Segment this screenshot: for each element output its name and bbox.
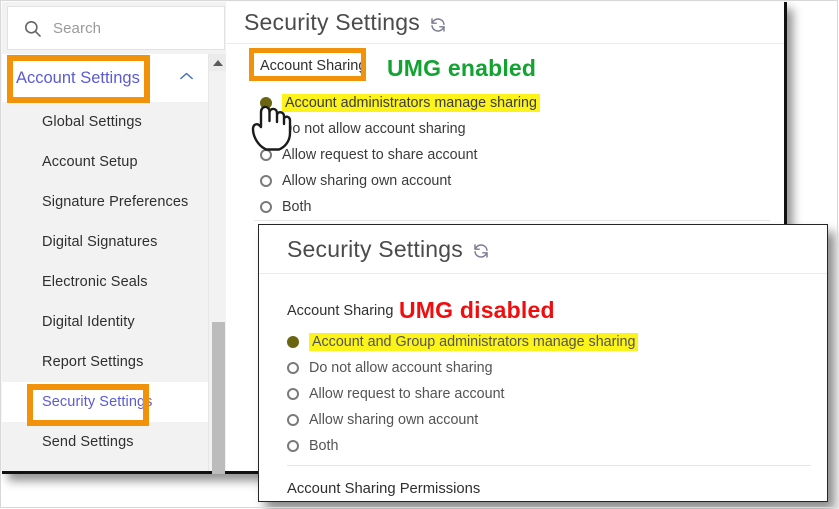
radio-option-label: Account administrators manage sharing <box>282 94 540 112</box>
radio-option-row[interactable]: Both <box>260 194 540 220</box>
sidebar-item-digital-signatures[interactable]: Digital Signatures <box>2 222 208 262</box>
sidebar-item-report-settings[interactable]: Report Settings <box>2 342 208 382</box>
sidebar-item-label: Signature Preferences <box>42 194 189 210</box>
section-divider <box>287 465 811 466</box>
screenshot-stage: Search Account Settings Global Settings … <box>0 0 839 509</box>
sidebar-item-account-setup[interactable]: Account Setup <box>2 142 208 182</box>
page-title: Security Settings <box>287 235 463 262</box>
hand-pointer-cursor <box>251 105 292 151</box>
radio-option-row[interactable]: Allow request to share account <box>287 381 638 407</box>
radio-icon[interactable] <box>287 362 299 374</box>
sidebar-item-label: Digital Identity <box>42 314 135 330</box>
section-divider <box>254 220 770 221</box>
sidebar-group-account-settings[interactable]: Account Settings <box>2 54 208 102</box>
sidebar-item-label: Send Settings <box>42 434 134 450</box>
radio-icon[interactable] <box>260 175 272 187</box>
radio-option-label: Do not allow account sharing <box>309 360 493 376</box>
radio-option-label: Allow request to share account <box>282 147 478 163</box>
sidebar-item-global-settings[interactable]: Global Settings <box>2 102 208 142</box>
sidebar-item-label: Security Settings <box>42 394 153 410</box>
radio-icon[interactable] <box>287 440 299 452</box>
sidebar-nav-list: Account Settings Global Settings Account… <box>2 54 208 462</box>
section-label-account-sharing: Account Sharing <box>260 58 367 74</box>
sidebar-group-label: Account Settings <box>16 68 140 87</box>
refresh-icon[interactable] <box>472 242 490 260</box>
radio-option-row[interactable]: Do not allow account sharing <box>260 116 540 142</box>
radio-option-row[interactable]: Do not allow account sharing <box>287 355 638 381</box>
search-input[interactable]: Search <box>7 6 225 50</box>
radio-option-label: Both <box>309 438 339 454</box>
sidebar-item-digital-identity[interactable]: Digital Identity <box>2 302 208 342</box>
sidebar: Search Account Settings Global Settings … <box>2 2 227 474</box>
sidebar-item-label: Electronic Seals <box>42 274 148 290</box>
radio-option-row[interactable]: Allow sharing own account <box>287 407 638 433</box>
chevron-up-icon[interactable] <box>179 71 194 81</box>
radio-icon-selected[interactable] <box>287 336 299 348</box>
radio-option-row[interactable]: Allow sharing own account <box>260 168 540 194</box>
radio-option-label: Both <box>282 199 312 215</box>
sidebar-scrollbar[interactable] <box>208 54 227 474</box>
section-label-account-sharing-permissions: Account Sharing Permissions <box>287 481 481 497</box>
radio-icon[interactable] <box>260 201 272 213</box>
sidebar-item-label: Digital Signatures <box>42 234 158 250</box>
account-sharing-radio-group: Account administrators manage sharing Do… <box>260 90 540 220</box>
sidebar-item-label: Report Settings <box>42 354 144 370</box>
back-window-header: Security Settings <box>226 2 784 44</box>
search-icon <box>24 20 41 37</box>
radio-option-label: Allow sharing own account <box>282 173 452 189</box>
front-window-umg-disabled: Security Settings Account Sharing UMG di… <box>258 224 828 502</box>
scroll-up-arrow-icon[interactable] <box>209 54 227 71</box>
scrollbar-thumb[interactable] <box>212 322 225 474</box>
radio-option-label: Allow request to share account <box>309 386 505 402</box>
umg-disabled-badge: UMG disabled <box>399 297 555 323</box>
refresh-icon[interactable] <box>429 16 447 34</box>
account-sharing-radio-group: Account and Group administrators manage … <box>287 329 639 459</box>
radio-icon[interactable] <box>287 414 299 426</box>
radio-option-row[interactable]: Account and Group administrators manage … <box>287 329 639 355</box>
page-title: Security Settings <box>244 9 420 35</box>
sidebar-item-security-settings[interactable]: Security Settings <box>2 382 208 422</box>
sidebar-item-send-settings[interactable]: Send Settings <box>2 422 208 462</box>
radio-option-row[interactable]: Both <box>287 433 638 459</box>
search-placeholder: Search <box>53 19 102 37</box>
radio-option-label: Allow sharing own account <box>309 412 479 428</box>
front-window-header: Security Settings <box>259 225 827 274</box>
radio-option-label: Do not allow account sharing <box>282 121 466 137</box>
sidebar-item-label: Global Settings <box>42 114 142 130</box>
umg-enabled-badge: UMG enabled <box>387 55 537 81</box>
sidebar-item-signature-preferences[interactable]: Signature Preferences <box>2 182 208 222</box>
sidebar-item-label: Account Setup <box>42 154 138 170</box>
radio-option-row[interactable]: Account administrators manage sharing <box>260 90 540 116</box>
radio-option-label: Account and Group administrators manage … <box>309 333 639 351</box>
section-label-account-sharing: Account Sharing <box>287 303 394 319</box>
radio-icon[interactable] <box>287 388 299 400</box>
sidebar-item-electronic-seals[interactable]: Electronic Seals <box>2 262 208 302</box>
radio-option-row[interactable]: Allow request to share account <box>260 142 540 168</box>
